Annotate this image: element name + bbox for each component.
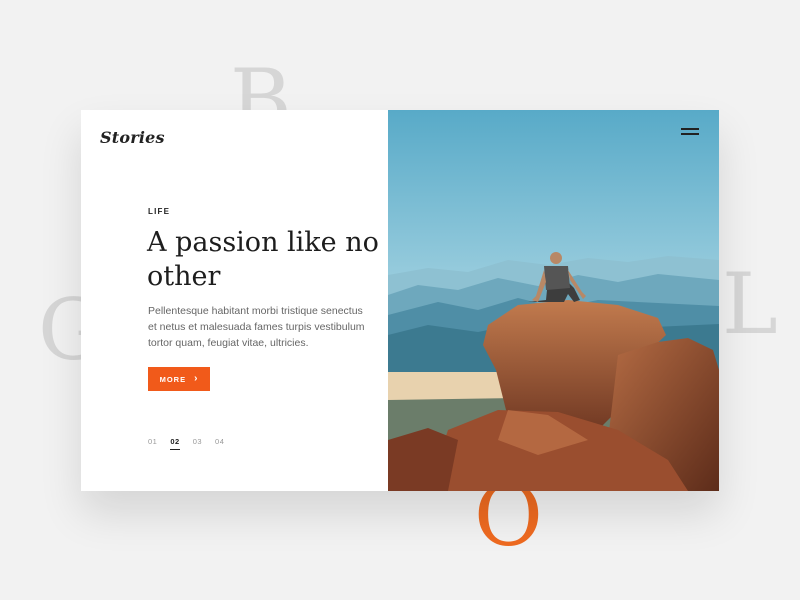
pagination: 01 02 03 04 — [148, 437, 224, 450]
hamburger-menu-icon[interactable] — [681, 126, 703, 138]
story-content-panel: Stories LIFE A passion like no other Pel… — [81, 110, 388, 491]
more-button-label: MORE — [159, 374, 187, 384]
page-01[interactable]: 01 — [148, 437, 157, 450]
brand-logo[interactable]: Stories — [100, 128, 165, 147]
story-title: A passion like no other — [147, 227, 379, 292]
more-button[interactable]: MORE › — [148, 367, 210, 391]
page-02[interactable]: 02 — [170, 437, 180, 450]
page-04[interactable]: 04 — [215, 437, 224, 450]
page-03[interactable]: 03 — [193, 437, 202, 450]
category-label: LIFE — [148, 207, 171, 216]
hero-image — [388, 110, 719, 491]
story-description: Pellentesque habitant morbi tristique se… — [148, 305, 365, 349]
mountain-landscape-image — [388, 110, 719, 491]
story-card: Stories LIFE A passion like no other Pel… — [81, 110, 719, 491]
background-letter-l: L — [722, 255, 778, 353]
chevron-right-icon: › — [194, 373, 199, 384]
